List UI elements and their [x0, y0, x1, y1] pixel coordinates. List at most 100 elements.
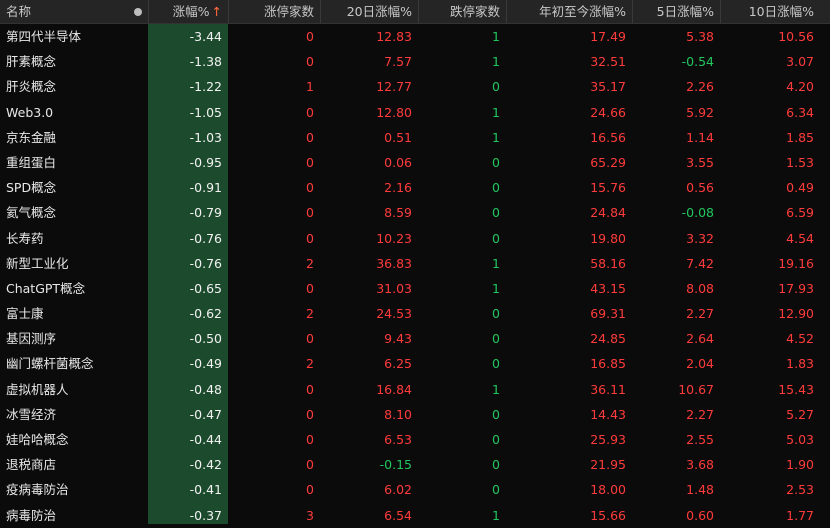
- change-pct-value: -0.91: [189, 180, 222, 196]
- change-5d-value: 1.48: [686, 482, 714, 498]
- table-row[interactable]: 富士康 -0.62 2 24.53 0 69.31 2.27 12.90: [0, 301, 830, 326]
- change-5d-value: 1.14: [686, 129, 714, 145]
- ytd-change-value: 21.95: [590, 457, 626, 473]
- table-row[interactable]: Web3.0 -1.05 0 12.80 1 24.66 5.92 6.34: [0, 100, 830, 125]
- change-pct-value: -0.62: [189, 306, 222, 322]
- header-limit-down-count[interactable]: 跌停家数: [418, 0, 506, 23]
- table-row[interactable]: 退税商店 -0.42 0 -0.15 0 21.95 3.68 1.90: [0, 452, 830, 477]
- ytd-change-value: 15.76: [590, 180, 626, 196]
- sector-name: 退税商店: [6, 457, 57, 473]
- change-pct-value: -0.44: [189, 432, 222, 447]
- limit-down-count-value: 0: [492, 356, 500, 372]
- sector-name: 氦气概念: [6, 205, 57, 221]
- ytd-change-value: 18.00: [590, 482, 626, 498]
- header-change-20d-label: 20日涨幅%: [346, 4, 412, 19]
- table-row[interactable]: 长寿药 -0.76 0 10.23 0 19.80 3.32 4.54: [0, 226, 830, 251]
- change-20d-value: 0.06: [384, 154, 412, 170]
- change-20d-value: 6.53: [384, 432, 412, 447]
- sector-name: 长寿药: [6, 230, 44, 246]
- change-5d-value: 2.55: [686, 432, 714, 447]
- change-pct-value: -0.49: [189, 356, 222, 372]
- change-20d-value: 8.59: [384, 205, 412, 221]
- change-5d-value: 2.27: [686, 306, 714, 322]
- change-10d-value: 3.07: [786, 54, 814, 70]
- change-5d-value: 5.38: [686, 29, 714, 44]
- change-5d-value: 8.08: [686, 280, 714, 296]
- header-change-10d[interactable]: 10日涨幅%: [720, 0, 820, 23]
- header-change-5d-label: 5日涨幅%: [656, 4, 714, 19]
- header-ytd-change[interactable]: 年初至今涨幅%: [506, 0, 632, 23]
- sector-name: 重组蛋白: [6, 154, 57, 170]
- table-row[interactable]: 基因测序 -0.50 0 9.43 0 24.85 2.64 4.52: [0, 326, 830, 351]
- table-row[interactable]: 虚拟机器人 -0.48 0 16.84 1 36.11 10.67 15.43: [0, 377, 830, 402]
- limit-down-count-value: 1: [492, 29, 500, 44]
- limit-up-count-value: 0: [306, 54, 314, 70]
- table-row[interactable]: 肝素概念 -1.38 0 7.57 1 32.51 -0.54 3.07: [0, 49, 830, 74]
- column-settings-button[interactable]: [128, 0, 148, 23]
- header-ytd-label: 年初至今涨幅%: [539, 4, 626, 19]
- table-row[interactable]: 第四代半导体 -3.44 0 12.83 1 17.49 5.38 10.56: [0, 24, 830, 49]
- change-5d-value: 10.67: [678, 381, 714, 397]
- table-row[interactable]: 肝炎概念 -1.22 1 12.77 0 35.17 2.26 4.20: [0, 74, 830, 99]
- table-row[interactable]: 京东金融 -1.03 0 0.51 1 16.56 1.14 1.85: [0, 125, 830, 150]
- header-change-20d[interactable]: 20日涨幅%: [320, 0, 418, 23]
- change-20d-value: 6.25: [384, 356, 412, 372]
- sector-name: 肝素概念: [6, 54, 57, 70]
- sector-name: 富士康: [6, 306, 44, 322]
- table-row[interactable]: ChatGPT概念 -0.65 0 31.03 1 43.15 8.08 17.93: [0, 276, 830, 301]
- sector-name: 新型工业化: [6, 255, 69, 271]
- change-pct-value: -0.48: [189, 381, 222, 397]
- sector-name: 第四代半导体: [6, 29, 82, 44]
- sector-name: 冰雪经济: [6, 406, 57, 422]
- table-row[interactable]: 冰雪经济 -0.47 0 8.10 0 14.43 2.27 5.27: [0, 402, 830, 427]
- ytd-change-value: 14.43: [590, 406, 626, 422]
- change-20d-value: 12.80: [376, 104, 412, 120]
- change-20d-value: 12.77: [376, 79, 412, 95]
- change-pct-value: -0.76: [189, 230, 222, 246]
- table-row[interactable]: 娃哈哈概念 -0.44 0 6.53 0 25.93 2.55 5.03: [0, 427, 830, 452]
- limit-down-count-value: 0: [492, 306, 500, 322]
- header-change-pct[interactable]: 涨幅% ↑: [148, 0, 228, 23]
- table-row[interactable]: SPD概念 -0.91 0 2.16 0 15.76 0.56 0.49: [0, 175, 830, 200]
- change-pct-value: -0.50: [189, 331, 222, 347]
- limit-down-count-value: 1: [492, 129, 500, 145]
- limit-down-count-value: 0: [492, 482, 500, 498]
- change-10d-value: 1.85: [786, 129, 814, 145]
- ytd-change-value: 43.15: [590, 280, 626, 296]
- limit-up-count-value: 2: [306, 255, 314, 271]
- change-10d-value: 4.54: [786, 230, 814, 246]
- change-10d-value: 4.52: [786, 331, 814, 347]
- change-20d-value: 16.84: [376, 381, 412, 397]
- header-change-5d[interactable]: 5日涨幅%: [632, 0, 720, 23]
- change-10d-value: 10.56: [778, 29, 814, 44]
- table-row[interactable]: 重组蛋白 -0.95 0 0.06 0 65.29 3.55 1.53: [0, 150, 830, 175]
- sector-name: SPD概念: [6, 180, 57, 196]
- limit-down-count-value: 0: [492, 230, 500, 246]
- change-20d-value: 24.53: [376, 306, 412, 322]
- limit-down-count-value: 0: [492, 457, 500, 473]
- table-row[interactable]: 疫病毒防治 -0.41 0 6.02 0 18.00 1.48 2.53: [0, 477, 830, 502]
- limit-up-count-value: 0: [306, 457, 314, 473]
- ytd-change-value: 16.85: [590, 356, 626, 372]
- table-header: 名称 涨幅% ↑ 涨停家数 20日涨幅% 跌停家数 年初至今涨幅% 5日涨幅% 1…: [0, 0, 830, 24]
- limit-up-count-value: 2: [306, 356, 314, 372]
- ytd-change-value: 25.93: [590, 432, 626, 447]
- header-limit-up-count[interactable]: 涨停家数: [228, 0, 320, 23]
- header-name[interactable]: 名称: [0, 0, 128, 23]
- table-body: 第四代半导体 -3.44 0 12.83 1 17.49 5.38 10.56 肝素概念 -1.3…: [0, 24, 830, 528]
- sector-name: 娃哈哈概念: [6, 432, 69, 447]
- limit-down-count-value: 0: [492, 180, 500, 196]
- change-20d-value: 31.03: [376, 280, 412, 296]
- table-row[interactable]: 氦气概念 -0.79 0 8.59 0 24.84 -0.08 6.59: [0, 200, 830, 225]
- change-10d-value: 17.93: [778, 280, 814, 296]
- limit-down-count-value: 0: [492, 79, 500, 95]
- change-5d-value: 3.32: [686, 230, 714, 246]
- limit-up-count-value: 0: [306, 381, 314, 397]
- table-row[interactable]: 新型工业化 -0.76 2 36.83 1 58.16 7.42 19.16: [0, 251, 830, 276]
- limit-up-count-value: 0: [306, 104, 314, 120]
- limit-up-count-value: 2: [306, 306, 314, 322]
- limit-up-count-value: 1: [306, 79, 314, 95]
- table-row[interactable]: 幽门螺杆菌概念 -0.49 2 6.25 0 16.85 2.04 1.83: [0, 351, 830, 376]
- ytd-change-value: 19.80: [590, 230, 626, 246]
- change-5d-value: -0.08: [681, 205, 714, 221]
